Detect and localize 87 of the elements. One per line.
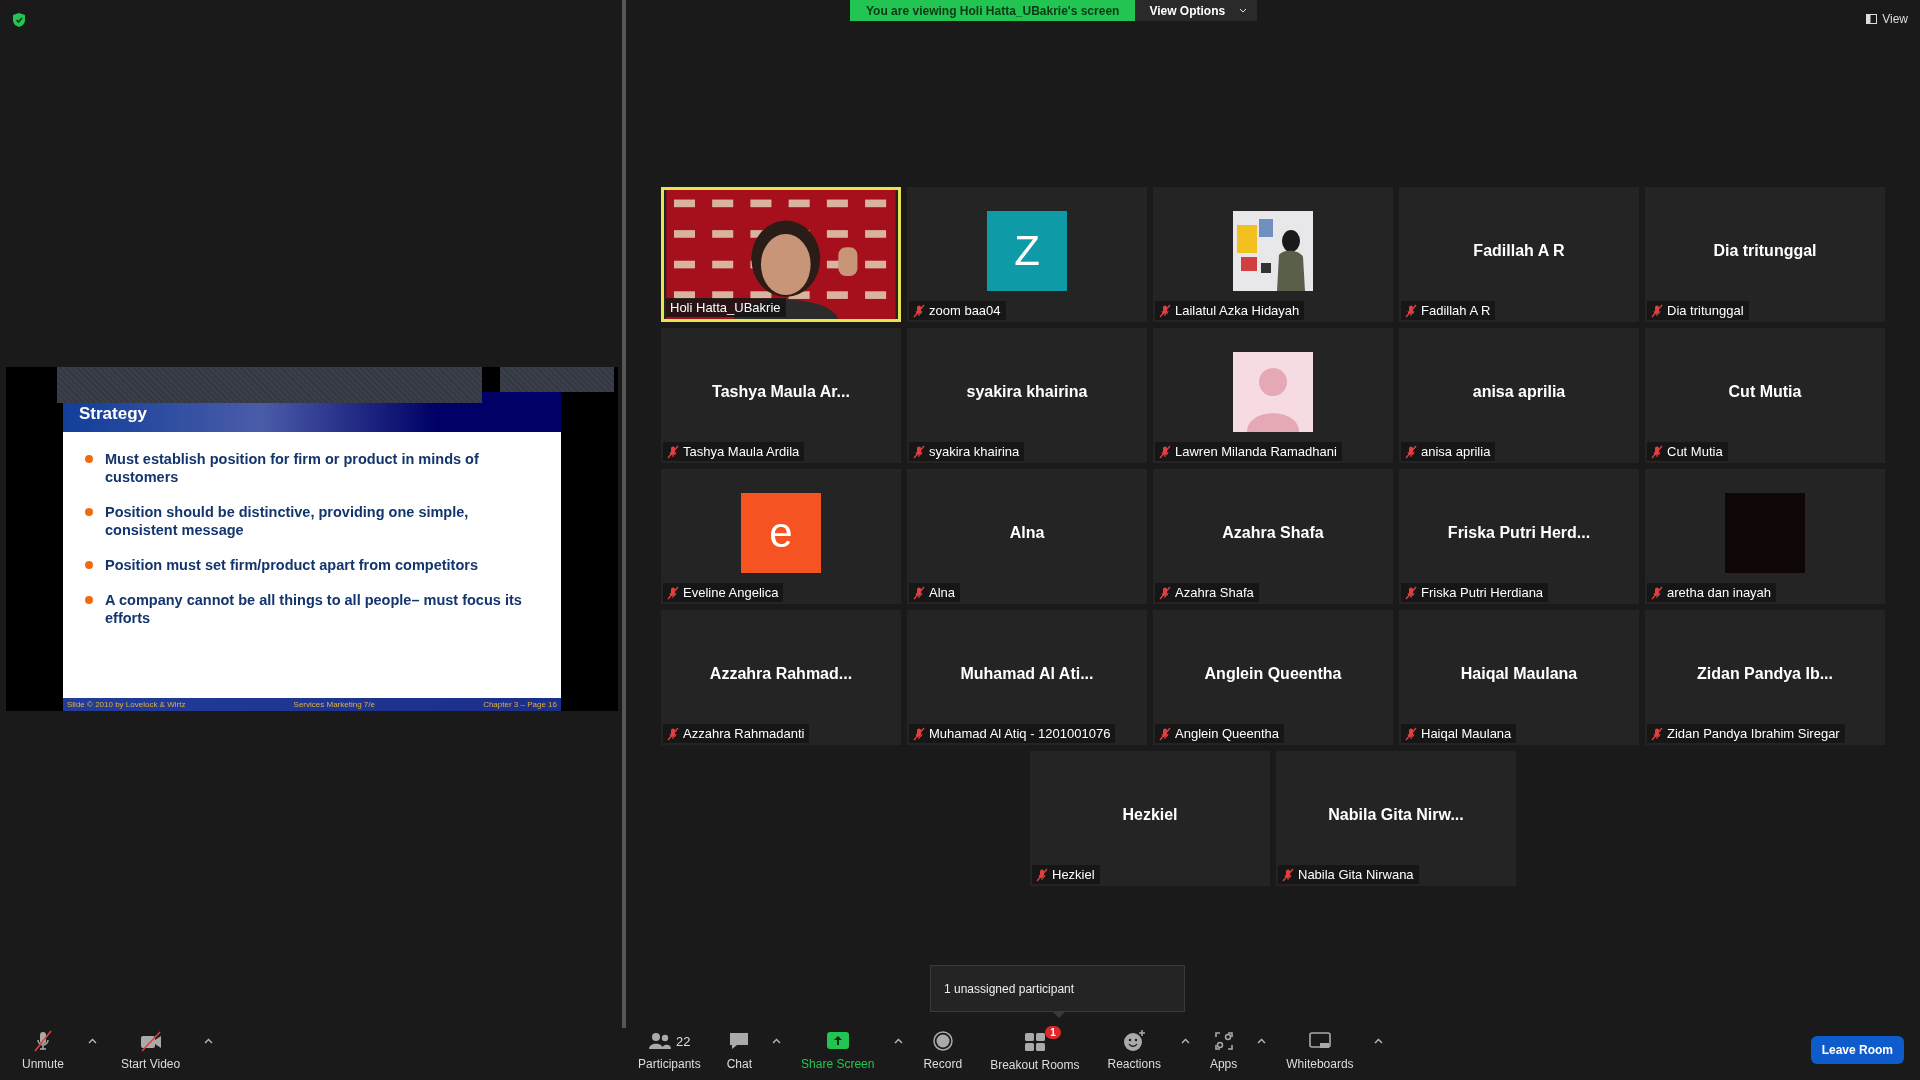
participant-name: Azahra Shafa — [1222, 523, 1324, 542]
name-text: Anglein Queentha — [1175, 726, 1280, 741]
muted-mic-icon — [31, 1029, 55, 1053]
participants-button[interactable]: 22 Participants — [630, 1027, 709, 1073]
whiteboards-button[interactable]: Whiteboards — [1278, 1027, 1362, 1073]
unassigned-tooltip: 1 unassigned participant — [930, 965, 1185, 1012]
bullet-text: Position must set firm/product apart from competitors — [105, 556, 478, 574]
caret-icon — [894, 1037, 904, 1044]
bullet-text: Must establish position for firm or product in minds of customers — [105, 450, 480, 486]
slide-title: Strategy — [79, 404, 148, 424]
name-text: Eveline Angelica — [683, 585, 779, 600]
name-text: Friska Putri Herdiana — [1421, 585, 1544, 600]
video-off-icon — [138, 1029, 163, 1053]
name-text: Azahra Shafa — [1175, 585, 1254, 600]
participant-name: Alna — [1009, 523, 1045, 542]
participant-name: Muhamad Al Ati... — [960, 664, 1094, 683]
participant-name: Tashya Maula Ar... — [712, 382, 850, 401]
name-text: Holi Hatta_UBakrie — [670, 300, 781, 315]
name-text: syakira khairina — [929, 444, 1020, 459]
participant-name: Cut Mutia — [1728, 382, 1802, 401]
bullet-text: A company cannot be all things to all people– must focus its efforts — [105, 591, 523, 627]
start-video-button[interactable]: Start Video — [113, 1027, 189, 1073]
bullet-icon — [85, 561, 93, 569]
name-text: Haiqal Maulana — [1421, 726, 1512, 741]
bullet-icon — [85, 596, 93, 604]
name-text: Zidan Pandya Ibrahim Siregar — [1667, 726, 1840, 741]
participant-name: Friska Putri Herd... — [1447, 523, 1591, 542]
view-button[interactable]: View — [1866, 12, 1908, 26]
breakout-button[interactable]: 1 Breakout Rooms — [980, 1026, 1090, 1074]
notification-badge: 1 — [1045, 1026, 1061, 1039]
name-text: Alna — [929, 585, 956, 600]
name-text: zoom baa04 — [929, 303, 1001, 318]
name-text: Cut Mutia — [1667, 444, 1723, 459]
participant-name: Azzahra Rahmad... — [709, 664, 853, 683]
bullet-text: Position should be distinctive, providing one simple, consistent message — [105, 503, 470, 539]
chat-button[interactable]: Chat — [718, 1027, 761, 1073]
caret-icon — [772, 1037, 782, 1044]
record-button[interactable]: Record — [915, 1027, 971, 1073]
name-text: Fadillah A R — [1421, 303, 1491, 318]
name-text: anisa aprilia — [1421, 444, 1491, 459]
name-text: Lawren Milanda Ramadhani — [1175, 444, 1337, 459]
participant-name: Fadillah A R — [1473, 241, 1565, 260]
bullet-icon — [85, 455, 93, 463]
participant-name: Haiqal Maulana — [1460, 664, 1578, 683]
participant-name: Anglein Queentha — [1204, 664, 1342, 683]
participant-name: anisa aprilia — [1472, 382, 1566, 401]
share-button[interactable]: Share Screen — [793, 1027, 883, 1073]
footer-text: Slide © 2010 by Lovelock & Wirtz — [67, 700, 186, 709]
caret-icon — [204, 1037, 214, 1044]
footer-text: Chapter 3 – Page 16 — [483, 700, 557, 709]
participant-name: Dia tritunggal — [1713, 241, 1817, 260]
grid-icon — [1022, 1030, 1047, 1054]
split-handle[interactable] — [622, 0, 626, 1028]
unmute-button[interactable]: Unmute — [14, 1027, 73, 1073]
avatar-initial: e — [741, 492, 821, 573]
leave-room-button[interactable]: Leave Room — [1810, 1036, 1904, 1064]
name-text: Muhamad Al Atiq - 1201001076 — [929, 726, 1111, 741]
screen-share-banner: You are viewing Holi Hatta_UBakrie's screen — [850, 0, 1136, 21]
smiley-icon — [1122, 1029, 1147, 1053]
avatar-icon — [1233, 351, 1313, 432]
chevron-icon — [1239, 8, 1248, 13]
record-icon — [930, 1029, 955, 1053]
reactions-button[interactable]: Reactions — [1099, 1027, 1169, 1073]
footer-text: Services Marketing 7/e — [293, 700, 375, 709]
name-text: Azzahra Rahmadanti — [683, 726, 805, 741]
shield-icon[interactable] — [12, 12, 26, 28]
participant-name: syakira khairina — [966, 382, 1088, 401]
participant-count: 22 — [676, 1033, 691, 1049]
tooltip-pointer-icon — [1052, 1011, 1066, 1018]
name-text: Tashya Maula Ardila — [683, 444, 800, 459]
caret-icon — [1373, 1037, 1383, 1044]
avatar-initial: Z — [987, 210, 1067, 291]
name-text: aretha dan inayah — [1667, 585, 1772, 600]
name-text: Lailatul Azka Hidayah — [1175, 303, 1300, 318]
bullet-icon — [85, 508, 93, 516]
layout-icon — [1866, 14, 1878, 24]
caret-icon — [1257, 1037, 1267, 1044]
name-text: Hezkiel — [1052, 867, 1095, 882]
name-text: Dia tritunggal — [1667, 303, 1744, 318]
view-options-button[interactable]: View Options — [1135, 0, 1258, 21]
participant-name: Nabila Gita Nirw... — [1328, 805, 1464, 824]
participant-name: Hezkiel — [1122, 805, 1178, 824]
participant-name: Zidan Pandya Ib... — [1697, 664, 1833, 683]
caret-icon — [1180, 1037, 1190, 1044]
apps-button[interactable]: Apps — [1201, 1027, 1246, 1073]
caret-icon — [88, 1037, 98, 1044]
name-text: Nabila Gita Nirwana — [1298, 867, 1414, 882]
